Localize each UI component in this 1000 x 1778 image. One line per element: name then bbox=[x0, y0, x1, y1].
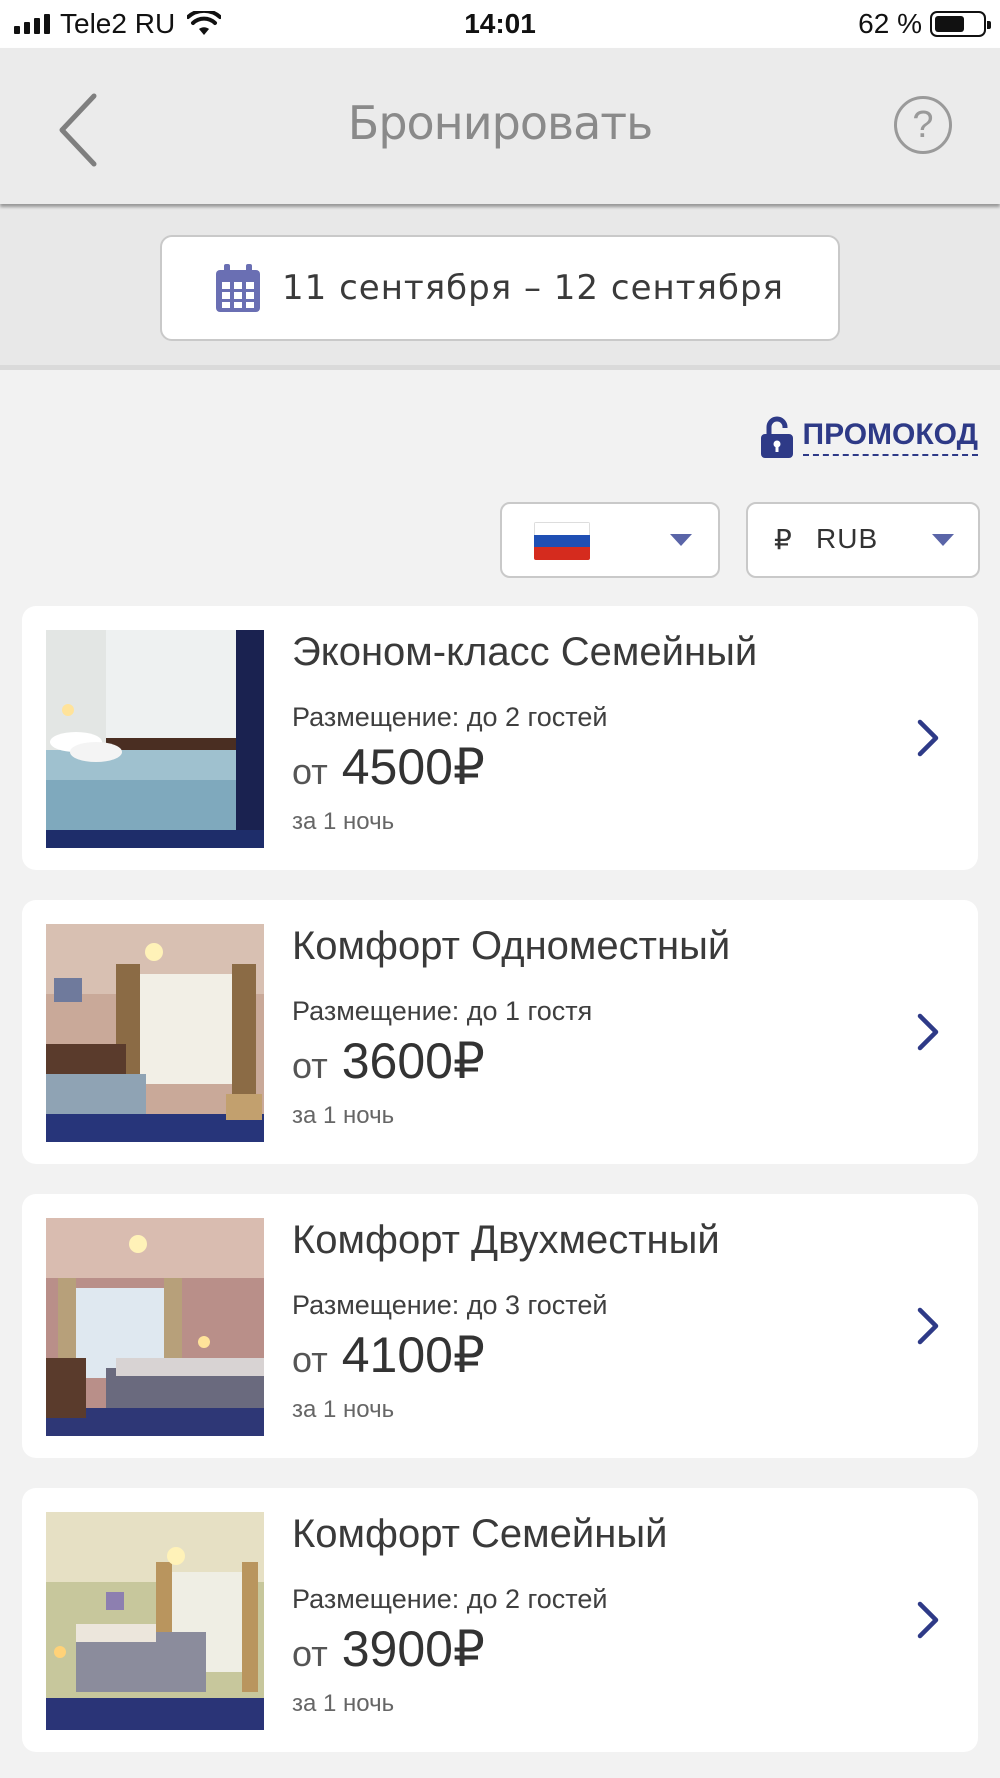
chevron-down-icon bbox=[670, 534, 692, 546]
date-range-label: 11 сентября – 12 сентября bbox=[282, 268, 784, 308]
room-card[interactable]: Комфорт Двухместный Размещение: до 3 гос… bbox=[22, 1194, 978, 1458]
chevron-right-icon bbox=[917, 1307, 939, 1345]
room-capacity: Размещение: до 1 гостя bbox=[292, 996, 593, 1026]
chevron-down-icon bbox=[932, 534, 954, 546]
price-prefix: от bbox=[292, 1633, 328, 1674]
room-price: 4500₽ bbox=[341, 739, 485, 795]
price-row: от 3900₽ bbox=[292, 1620, 485, 1678]
price-period: за 1 ночь bbox=[292, 1690, 395, 1717]
help-button[interactable]: ? bbox=[894, 96, 952, 154]
price-prefix: от bbox=[292, 1339, 328, 1380]
battery-fill bbox=[935, 16, 964, 32]
status-right: 62 % bbox=[858, 8, 991, 40]
price-period: за 1 ночь bbox=[292, 1396, 395, 1423]
price-period: за 1 ночь bbox=[292, 808, 395, 835]
status-time: 14:01 bbox=[464, 8, 536, 39]
room-name: Комфорт Двухместный bbox=[292, 1218, 720, 1262]
room-name: Комфорт Семейный bbox=[292, 1512, 668, 1556]
price-prefix: от bbox=[292, 1045, 328, 1086]
nav-bar: Бронировать ? bbox=[0, 48, 1000, 204]
chevron-right-icon bbox=[917, 719, 939, 757]
currency-symbol: ₽ bbox=[774, 524, 792, 555]
room-card[interactable]: Комфорт Одноместный Размещение: до 1 гос… bbox=[22, 900, 978, 1164]
price-row: от 4500₽ bbox=[292, 738, 485, 796]
room-photo bbox=[46, 924, 264, 1142]
room-price: 3900₽ bbox=[341, 1621, 485, 1677]
promo-label: ПРОМОКОД bbox=[802, 418, 978, 456]
price-period: за 1 ночь bbox=[292, 1102, 395, 1129]
date-bar: 11 сентября – 12 сентября bbox=[0, 204, 1000, 370]
room-card[interactable]: Эконом-класс Семейный Размещение: до 2 г… bbox=[22, 606, 978, 870]
language-select[interactable] bbox=[500, 502, 720, 578]
price-row: от 3600₽ bbox=[292, 1032, 485, 1090]
room-price: 4100₽ bbox=[341, 1327, 485, 1383]
room-price: 3600₽ bbox=[341, 1033, 485, 1089]
room-photo bbox=[46, 1512, 264, 1730]
date-range-button[interactable]: 11 сентября – 12 сентября bbox=[160, 235, 840, 341]
room-capacity: Размещение: до 3 гостей bbox=[292, 1290, 608, 1320]
room-name: Эконом-класс Семейный bbox=[292, 630, 758, 674]
price-prefix: от bbox=[292, 751, 328, 792]
room-card[interactable]: Комфорт Семейный Размещение: до 2 гостей… bbox=[22, 1488, 978, 1752]
currency-label: RUB bbox=[816, 523, 879, 554]
battery-percent: 62 % bbox=[858, 8, 922, 39]
calendar-icon bbox=[216, 264, 261, 312]
room-name: Комфорт Одноместный bbox=[292, 924, 731, 968]
lock-icon bbox=[760, 416, 793, 458]
page-title: Бронировать bbox=[347, 96, 653, 150]
currency-select[interactable]: ₽ RUB bbox=[746, 502, 980, 578]
room-capacity: Размещение: до 2 гостей bbox=[292, 1584, 608, 1614]
room-photo bbox=[46, 1218, 264, 1436]
battery-icon bbox=[930, 11, 991, 37]
price-row: от 4100₽ bbox=[292, 1326, 485, 1384]
chevron-right-icon bbox=[917, 1013, 939, 1051]
room-photo bbox=[46, 630, 264, 848]
chevron-right-icon bbox=[917, 1601, 939, 1639]
ru-flag-icon bbox=[534, 522, 590, 560]
status-bar: Tele2 RU 14:01 62 % bbox=[0, 0, 1000, 48]
promo-link[interactable]: ПРОМОКОД bbox=[760, 416, 978, 458]
room-capacity: Размещение: до 2 гостей bbox=[292, 702, 608, 732]
